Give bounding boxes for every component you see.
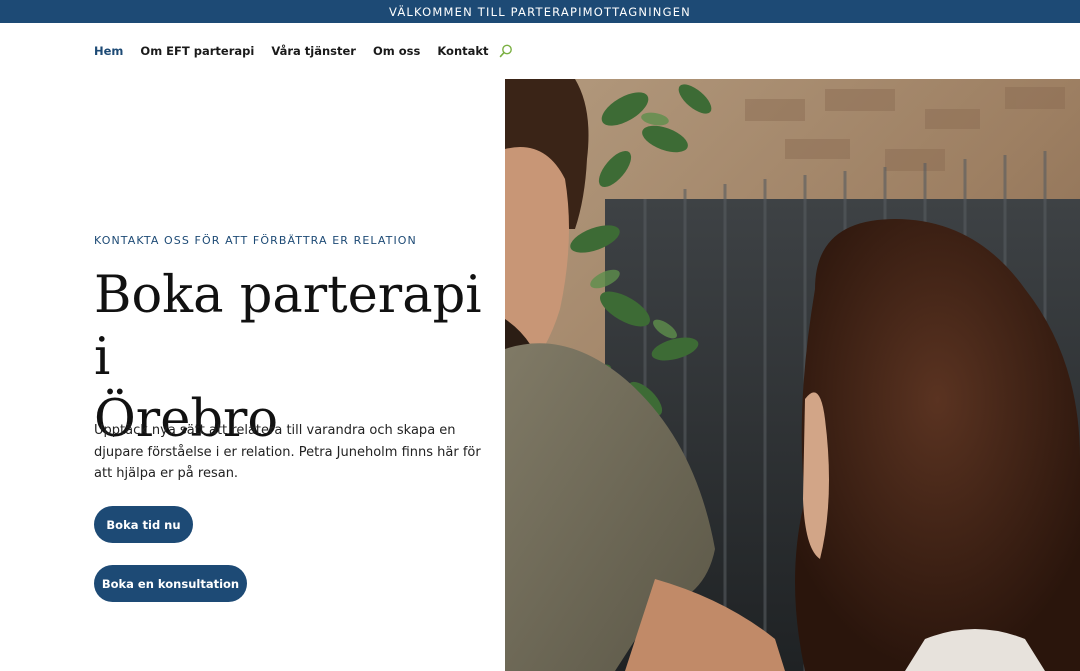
nav-item-hem[interactable]: Hem xyxy=(94,44,123,58)
hero-eyebrow: KONTAKTA OSS FÖR ATT FÖRBÄTTRA ER RELATI… xyxy=(94,234,417,247)
nav-item-om-oss[interactable]: Om oss xyxy=(373,44,420,58)
hero-lead-text: Upptäck nya sätt att relatera till varan… xyxy=(94,423,481,481)
search-icon[interactable] xyxy=(499,44,513,58)
welcome-banner-text: VÄLKOMMEN TILL PARTERAPIMOTTAGNINGEN xyxy=(389,4,691,19)
nav-item-kontakt[interactable]: Kontakt xyxy=(437,44,488,58)
book-consultation-button[interactable]: Boka en konsultation xyxy=(94,565,247,602)
welcome-banner: VÄLKOMMEN TILL PARTERAPIMOTTAGNINGEN xyxy=(0,0,1080,23)
book-appointment-button[interactable]: Boka tid nu xyxy=(94,506,193,543)
nav-item-vara-tjanster[interactable]: Våra tjänster xyxy=(271,44,356,58)
main-navigation: Hem Om EFT parterapi Våra tjänster Om os… xyxy=(94,42,513,60)
hero-photo-couple xyxy=(505,79,1080,671)
nav-item-om-eft-parterapi[interactable]: Om EFT parterapi xyxy=(140,44,254,58)
hero-headline-line-1: Boka parterapi i xyxy=(94,266,482,387)
